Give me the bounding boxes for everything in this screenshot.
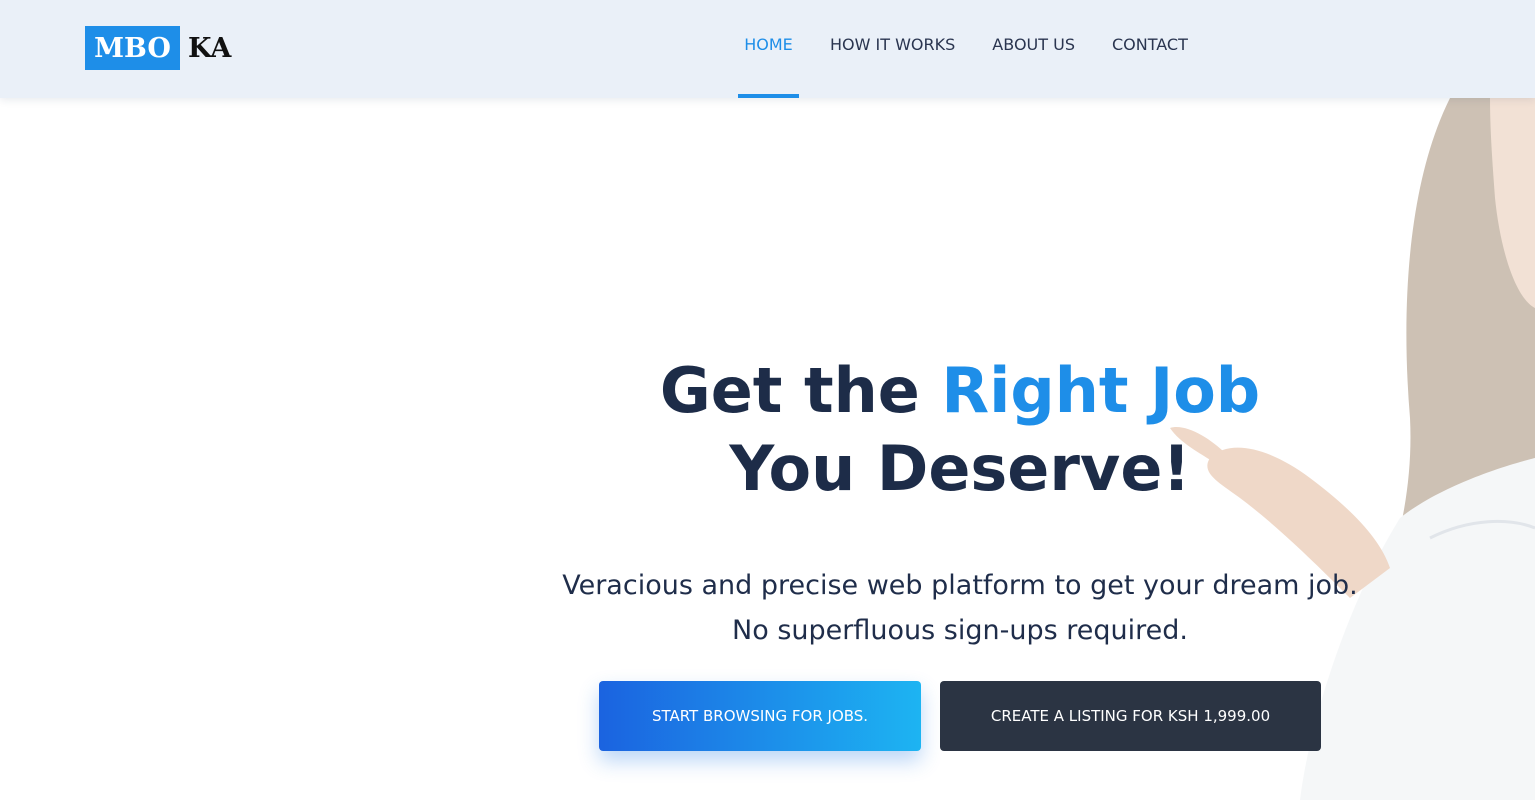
logo-mark: MBO	[85, 26, 180, 70]
nav-how-it-works[interactable]: HOW IT WORKS	[830, 0, 955, 98]
nav-about-us[interactable]: ABOUT US	[992, 0, 1075, 98]
create-listing-button[interactable]: CREATE A LISTING FOR KSH 1,999.00	[940, 681, 1321, 751]
logo[interactable]: MBO KA	[85, 26, 231, 70]
site-header: MBO KA HOME HOW IT WORKS ABOUT US CONTAC…	[0, 0, 1535, 98]
hero-headline: Get the Right Job You Deserve!	[560, 352, 1360, 508]
nav-contact[interactable]: CONTACT	[1112, 0, 1188, 98]
headline-accent: Right Job	[941, 354, 1261, 427]
hero-subtitle: Veracious and precise web platform to ge…	[562, 570, 1358, 646]
logo-text: KA	[188, 32, 232, 64]
headline-part-1: Get the	[659, 354, 942, 427]
nav-home[interactable]: HOME	[738, 0, 799, 98]
headline-line-2: You Deserve!	[729, 432, 1191, 505]
browse-jobs-button[interactable]: START BROWSING FOR JOBS.	[599, 681, 921, 751]
main-nav: HOME HOW IT WORKS ABOUT US CONTACT	[738, 0, 1188, 98]
